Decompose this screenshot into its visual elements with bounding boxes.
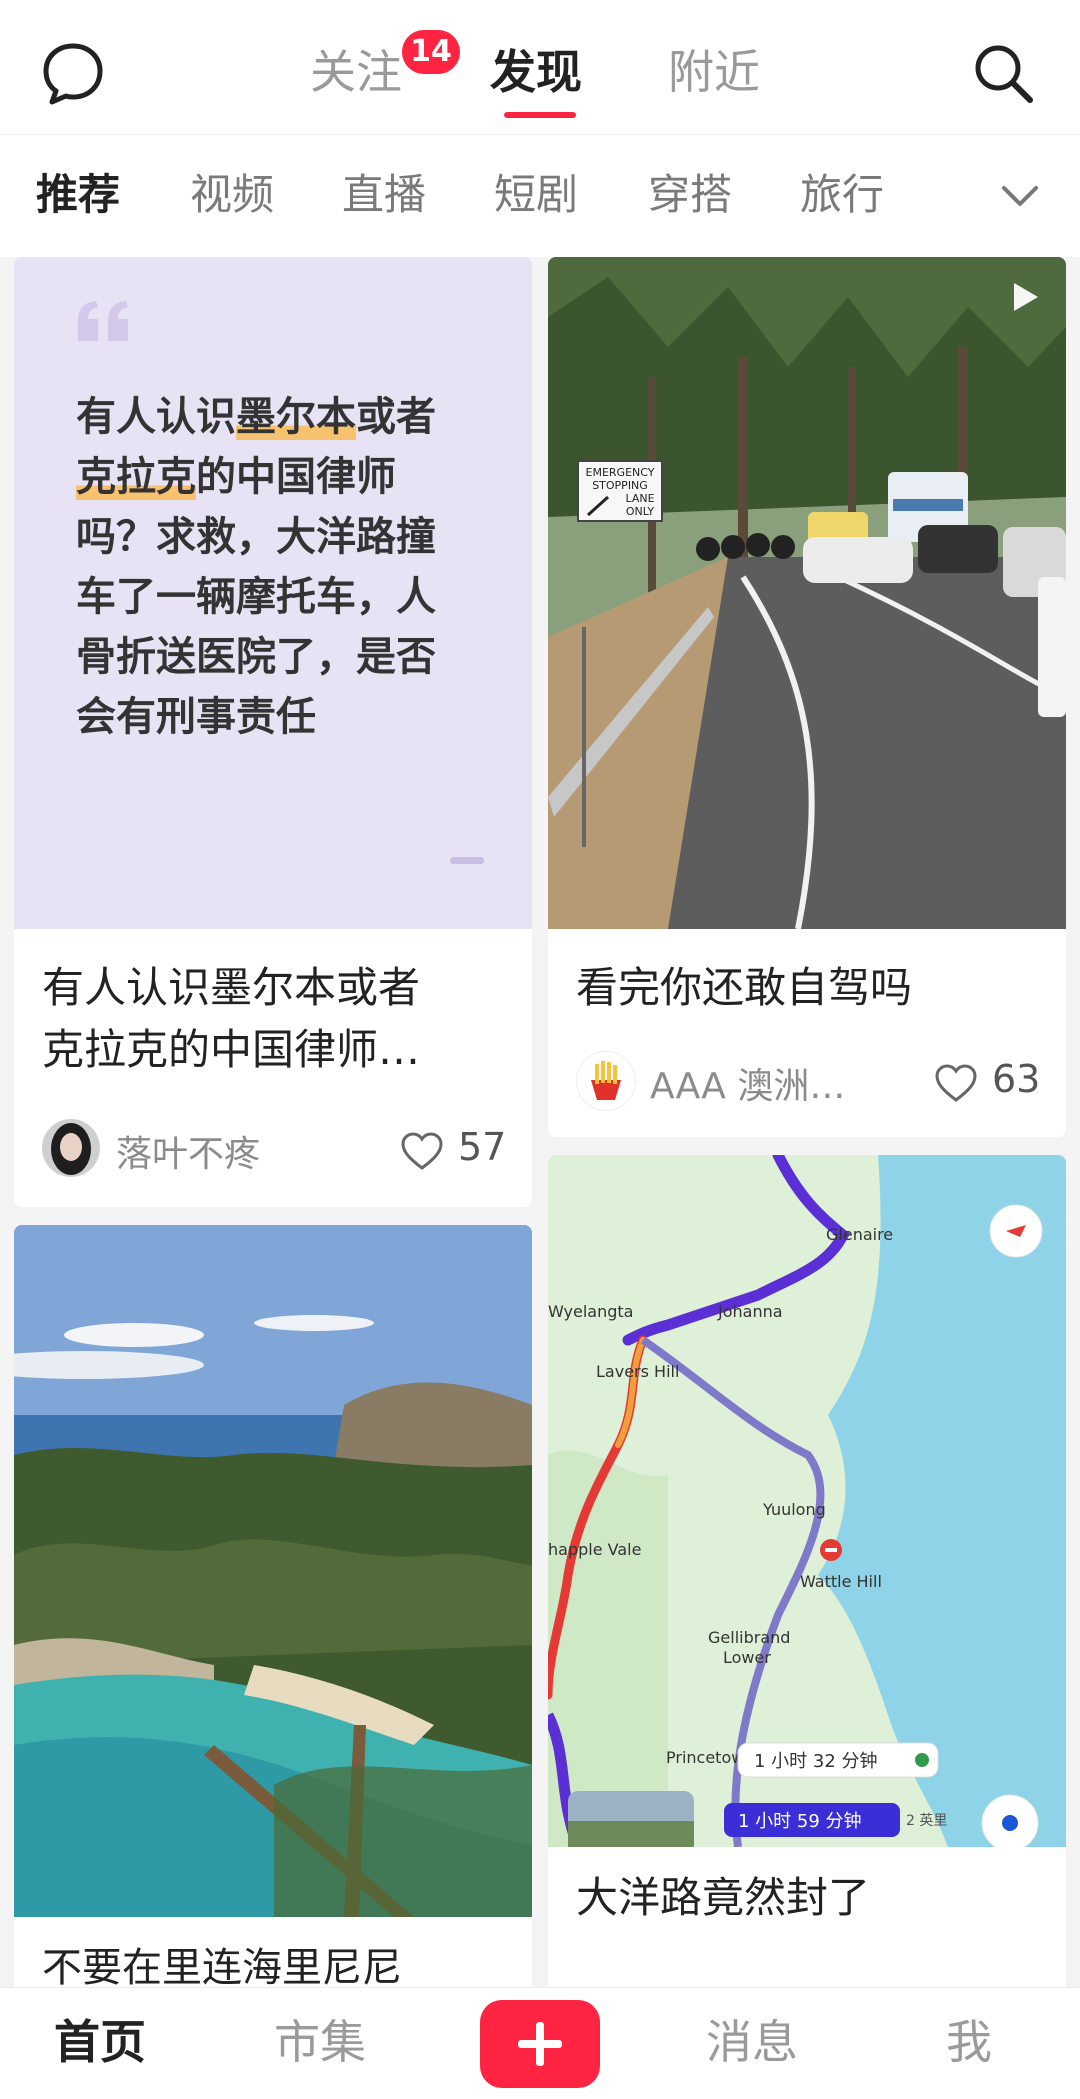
like-count: 57: [458, 1125, 507, 1169]
quote-dash: [450, 857, 484, 864]
sign-line-2: STOPPING: [592, 479, 648, 492]
nav-messages[interactable]: 消息: [706, 2010, 798, 2074]
map-scale: 2 英里: [906, 1812, 947, 1829]
quote-segment: 车了一辆摩托车，人: [76, 574, 436, 620]
category-outfit[interactable]: 穿搭: [648, 165, 732, 225]
quote-segment: 吗？求救，大洋路撞: [76, 514, 436, 560]
map-label: Glenaire: [826, 1225, 893, 1244]
tab-following[interactable]: 关注: [310, 42, 402, 102]
category-recommend[interactable]: 推荐: [36, 165, 120, 225]
add-post-button[interactable]: [480, 2000, 600, 2088]
quote-line: 车了一辆摩托车，人: [76, 567, 496, 627]
route-badge-alt: 1 小时 32 分钟: [754, 1751, 878, 1772]
card-title: 有人认识墨尔本或者: [42, 963, 421, 1012]
top-nav: 关注 14 发现 附近: [0, 0, 1080, 135]
avatar[interactable]: [42, 1119, 100, 1177]
quote-segment: 有人认识: [76, 394, 236, 440]
chat-bubble-icon[interactable]: [40, 40, 106, 106]
search-icon[interactable]: [970, 40, 1036, 106]
highlighted-text: 克拉克: [76, 454, 196, 500]
quote-line: 吗？求救，大洋路撞: [76, 507, 496, 567]
category-travel[interactable]: 旅行: [800, 165, 884, 225]
author-name[interactable]: 落叶不疼: [116, 1125, 260, 1185]
quote-line: 骨折送医院了，是否: [76, 627, 496, 687]
quote-line: 有人认识墨尔本或者: [76, 387, 496, 447]
card-title-line2: 克拉克的中国律师…: [42, 1025, 421, 1074]
card-title: 大洋路竟然封了: [576, 1873, 871, 1922]
category-bar: 推荐 视频 直播 短剧 穿搭 旅行: [0, 135, 1080, 257]
feed: 有人认识墨尔本或者 克拉克的中国律师 吗？求救，大洋路撞 车了一辆摩托车，人 骨折送医院…: [0, 257, 1080, 1987]
chevron-down-icon[interactable]: [996, 172, 1044, 220]
map-label: happle Vale: [548, 1540, 641, 1559]
category-short-drama[interactable]: 短剧: [494, 165, 578, 225]
notification-badge: 14: [402, 30, 460, 74]
feed-card[interactable]: 有人认识墨尔本或者 克拉克的中国律师 吗？求救，大洋路撞 车了一辆摩托车，人 骨折送医院…: [14, 257, 532, 1207]
plus-icon: [518, 2022, 562, 2066]
heart-icon[interactable]: [934, 1063, 978, 1103]
feed-card[interactable]: EMERGENCY STOPPING LANE ONLY 看完你还敢自驾吗 AA…: [548, 257, 1066, 1137]
card-title: 看完你还敢自驾吗: [576, 963, 913, 1012]
highlighted-text: 墨尔本: [236, 394, 356, 440]
tab-discover[interactable]: 发现: [490, 42, 582, 102]
feed-card[interactable]: 不要在里连海里尼尼: [14, 1225, 532, 1987]
category-live[interactable]: 直播: [342, 165, 426, 225]
quote-mark-icon: [78, 301, 128, 341]
map-label: Wattle Hill: [800, 1572, 882, 1591]
quote-segment: 的中国律师: [196, 454, 396, 500]
quote-line: 会有刑事责任: [76, 687, 496, 747]
like-count: 63: [992, 1057, 1041, 1101]
feed-card[interactable]: Glenaire Johanna Wyelangta Lavers Hill Y…: [548, 1155, 1066, 1987]
bottom-nav: 首页 市集 消息 我: [0, 1987, 1080, 2099]
quote-cover: 有人认识墨尔本或者 克拉克的中国律师 吗？求救，大洋路撞 车了一辆摩托车，人 骨折送医院…: [14, 257, 532, 929]
route-badge-main: 1 小时 59 分钟: [738, 1811, 862, 1832]
avatar[interactable]: [576, 1051, 636, 1111]
map-label: Gellibrand: [708, 1628, 790, 1647]
heart-icon[interactable]: [400, 1131, 444, 1171]
card-title: 不要在里连海里尼尼: [42, 1945, 402, 1987]
map-label: Wyelangta: [548, 1302, 633, 1321]
map-label: Lower: [723, 1648, 771, 1667]
quote-line: 克拉克的中国律师: [76, 447, 496, 507]
quote-segment: 或者: [356, 394, 436, 440]
map-label: Yuulong: [762, 1500, 826, 1519]
sign-line-1: EMERGENCY: [586, 466, 655, 479]
map-label: Johanna: [717, 1302, 783, 1321]
sign-line-4: ONLY: [626, 505, 655, 518]
sign-line-3: LANE: [625, 492, 654, 505]
category-video[interactable]: 视频: [190, 165, 274, 225]
quote-segment: 会有刑事责任: [76, 694, 316, 740]
road-photo: EMERGENCY STOPPING LANE ONLY: [548, 257, 1066, 929]
map-label: Princetow: [666, 1748, 744, 1767]
active-tab-indicator: [504, 112, 576, 118]
nav-market[interactable]: 市集: [274, 2010, 366, 2074]
author-name[interactable]: AAA 澳洲…: [650, 1057, 845, 1117]
map-screenshot: Glenaire Johanna Wyelangta Lavers Hill Y…: [548, 1155, 1066, 1847]
map-label: Lavers Hill: [596, 1362, 679, 1381]
play-icon: [1014, 283, 1038, 311]
quote-segment: 骨折送医院了，是否: [76, 634, 436, 680]
nav-me[interactable]: 我: [946, 2010, 992, 2074]
beach-photo: [14, 1225, 532, 1917]
quote-text: 有人认识墨尔本或者 克拉克的中国律师 吗？求救，大洋路撞 车了一辆摩托车，人 骨折送医院…: [76, 387, 496, 747]
nav-home[interactable]: 首页: [54, 2010, 146, 2074]
tab-nearby[interactable]: 附近: [668, 42, 760, 102]
